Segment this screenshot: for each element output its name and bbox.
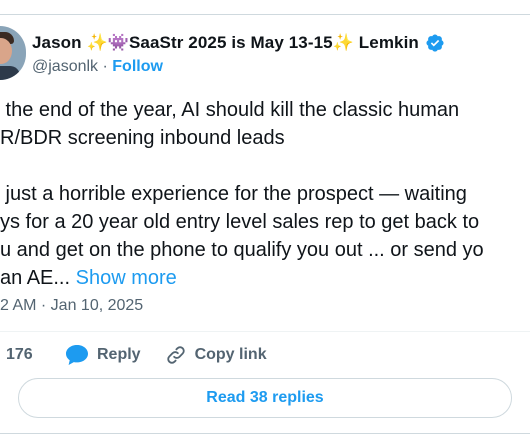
like-button[interactable]: 176 xyxy=(0,346,42,364)
tweet-text-line: R/BDR screening inbound leads xyxy=(0,127,285,149)
author-handle[interactable]: @jasonlk xyxy=(32,58,98,75)
read-replies-button[interactable]: Read 38 replies xyxy=(18,378,512,418)
reply-button[interactable]: Reply xyxy=(65,344,141,366)
tweet-text-line: the end of the year, AI should kill the … xyxy=(0,99,460,121)
tweet-timestamp[interactable]: 2 AM · Jan 10, 2025 xyxy=(0,297,143,315)
tweet-text: the end of the year, AI should kill the … xyxy=(0,96,530,292)
tweet-text-line: u and get on the phone to qualify you ou… xyxy=(0,239,484,261)
tweet-text-blank-line xyxy=(0,152,530,180)
action-bar: 176 Reply Copy link xyxy=(0,342,267,368)
reply-label: Reply xyxy=(97,346,141,363)
separator-dot: · xyxy=(102,58,108,75)
divider xyxy=(0,331,530,332)
author-handle-row: @jasonlk · Follow xyxy=(32,58,163,76)
link-icon xyxy=(166,346,185,364)
like-count: 176 xyxy=(6,346,33,363)
reply-bubble-icon xyxy=(66,345,88,365)
avatar-shirt xyxy=(0,66,20,80)
verified-badge-icon xyxy=(426,34,444,52)
copy-link-label: Copy link xyxy=(194,346,267,363)
tweet-text-line: an AE... xyxy=(0,267,76,289)
read-replies-label: Read 38 replies xyxy=(206,389,324,406)
author-name-row[interactable]: Jason ✨👾SaaStr 2025 is May 13-15✨ Lemkin xyxy=(32,33,445,53)
follow-button[interactable]: Follow xyxy=(112,58,163,75)
tweet-text-line: ys for a 20 year old entry level sales r… xyxy=(0,211,480,233)
author-name[interactable]: Jason ✨👾SaaStr 2025 is May 13-15✨ Lemkin xyxy=(32,33,419,53)
tweet-text-line: just a horrible experience for the prosp… xyxy=(0,183,467,205)
copy-link-button[interactable]: Copy link xyxy=(165,344,267,366)
tweet-text-line-last: an AE... Show more xyxy=(0,264,530,292)
show-more-link[interactable]: Show more xyxy=(76,267,177,289)
